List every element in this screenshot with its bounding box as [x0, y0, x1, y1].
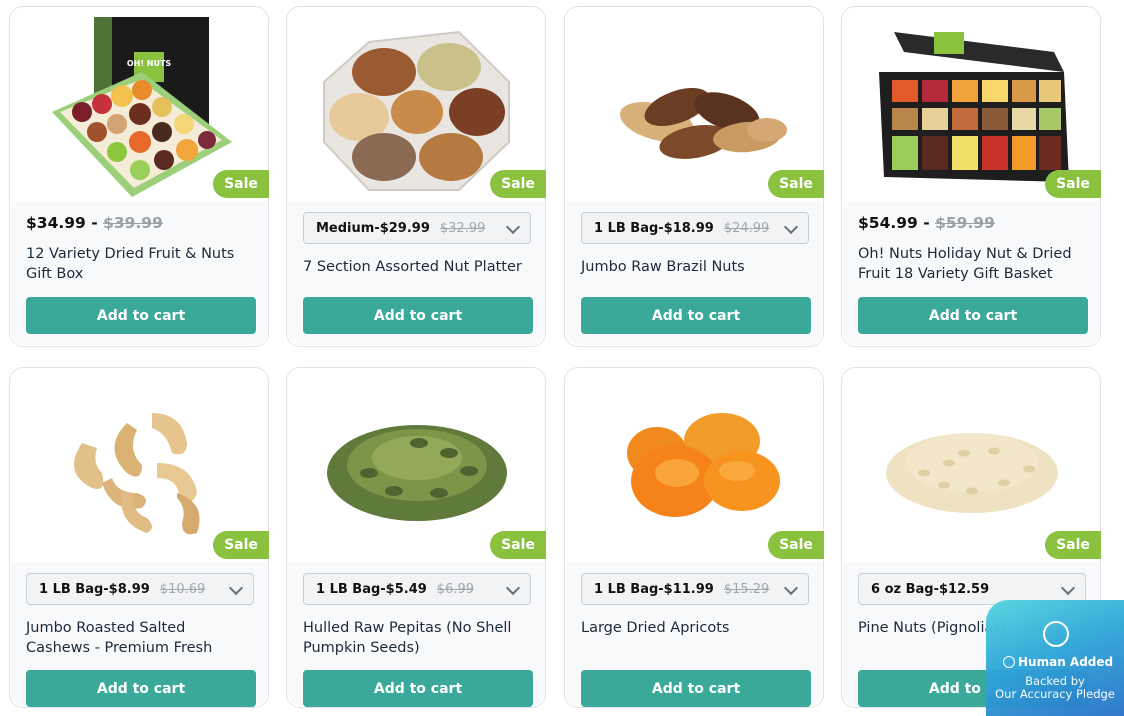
title-line: Cashews - Premium Fresh — [26, 640, 213, 656]
product-title[interactable]: Oh! Nuts Holiday Nut & Dried Fruit 18 Va… — [858, 244, 1090, 284]
chevron-down-icon — [1060, 580, 1076, 596]
selected-option: 1 LB Bag-$11.99 — [594, 581, 714, 597]
check-circle-icon — [1003, 656, 1015, 668]
selected-option: 6 oz Bag-$12.59 — [871, 581, 990, 597]
title-line: 7 Section Assorted Nut Platter — [303, 259, 522, 275]
product-title[interactable]: Jumbo Roasted Salted Cashews - Premium F… — [26, 618, 258, 658]
home-icon — [1043, 621, 1069, 647]
selected-option: 1 LB Bag-$18.99 — [594, 220, 714, 236]
sale-badge: Sale — [490, 170, 546, 198]
size-select[interactable]: 1 LB Bag-$11.99 $15.29 — [581, 573, 809, 605]
selected-option: 1 LB Bag-$8.99 — [39, 581, 150, 597]
product-card: Sale 1 LB Bag-$5.49 $6.99 Hulled Raw Pep… — [286, 367, 546, 708]
size-select[interactable]: Medium-$29.99 $32.99 — [303, 212, 531, 244]
badge-title: Human Added — [1018, 655, 1114, 669]
chevron-down-icon — [505, 580, 521, 596]
add-to-cart-button[interactable]: Add to cart — [26, 670, 256, 707]
add-to-cart-button[interactable]: Add to cart — [581, 670, 811, 707]
sale-badge: Sale — [768, 531, 824, 559]
sale-badge: Sale — [1045, 531, 1101, 559]
add-to-cart-button[interactable]: Add to cart — [303, 297, 533, 334]
sale-badge: Sale — [213, 170, 269, 198]
title-line: Jumbo Raw Brazil Nuts — [581, 259, 745, 275]
chevron-down-icon — [783, 580, 799, 596]
old-price: $15.29 — [723, 581, 770, 597]
add-to-cart-button[interactable]: Add to cart — [303, 670, 533, 707]
old-price: $24.99 — [723, 220, 770, 236]
product-title[interactable]: Hulled Raw Pepitas (No Shell Pumpkin See… — [303, 618, 535, 658]
product-card: Sale 1 LB Bag-$18.99 $24.99 Jumbo Raw Br… — [564, 6, 824, 347]
selected-option: Medium-$29.99 — [316, 220, 430, 236]
badge-line: Backed by — [1025, 674, 1085, 688]
title-line: Fruit 18 Variety Gift Basket — [858, 266, 1053, 282]
product-card: OH! NUTS Sale $34.99 - $39.99 12 Variety… — [9, 6, 269, 347]
price-separator: - — [917, 214, 936, 232]
size-select[interactable]: 1 LB Bag-$8.99 $10.69 — [26, 573, 254, 605]
add-to-cart-button[interactable]: Add to cart — [858, 297, 1088, 334]
title-line: Large Dried Apricots — [581, 620, 730, 636]
old-price: $39.99 — [103, 214, 163, 232]
chevron-down-icon — [228, 580, 244, 596]
product-card: Sale Medium-$29.99 $32.99 7 Section Asso… — [286, 6, 546, 347]
current-price: $54.99 — [858, 214, 918, 232]
current-price: $34.99 — [26, 214, 86, 232]
old-price: $32.99 — [439, 220, 486, 236]
sale-badge: Sale — [1045, 170, 1101, 198]
price: $54.99 - $59.99 — [858, 214, 995, 232]
box-logo-text: OH! NUTS — [127, 59, 172, 68]
size-select[interactable]: 1 LB Bag-$5.49 $6.99 — [303, 573, 531, 605]
product-card: Sale 1 LB Bag-$8.99 $10.69 Jumbo Roasted… — [9, 367, 269, 708]
product-grid: OH! NUTS Sale $34.99 - $39.99 12 Variety… — [0, 0, 1124, 716]
accuracy-pledge-badge[interactable]: Human Added Backed by Our Accuracy Pledg… — [986, 600, 1124, 716]
price: $34.99 - $39.99 — [26, 214, 163, 232]
sale-badge: Sale — [213, 531, 269, 559]
sale-badge: Sale — [768, 170, 824, 198]
title-line: Gift Box — [26, 266, 84, 282]
chevron-down-icon — [783, 219, 799, 235]
old-price: $59.99 — [935, 214, 995, 232]
product-card: Sale $54.99 - $59.99 Oh! Nuts Holiday Nu… — [841, 6, 1101, 347]
title-line: Hulled Raw Pepitas (No Shell — [303, 620, 512, 636]
product-title[interactable]: Large Dried Apricots — [581, 618, 813, 638]
product-title[interactable]: 7 Section Assorted Nut Platter — [303, 257, 535, 277]
title-line: Oh! Nuts Holiday Nut & Dried — [858, 246, 1072, 262]
product-card: Sale 1 LB Bag-$11.99 $15.29 Large Dried … — [564, 367, 824, 708]
title-line: Jumbo Roasted Salted — [26, 620, 186, 636]
badge-line: Our Accuracy Pledge — [995, 687, 1115, 701]
price-separator: - — [85, 214, 104, 232]
old-price: $10.69 — [159, 581, 206, 597]
selected-option: 1 LB Bag-$5.49 — [316, 581, 427, 597]
size-select[interactable]: 1 LB Bag-$18.99 $24.99 — [581, 212, 809, 244]
product-title[interactable]: Jumbo Raw Brazil Nuts — [581, 257, 813, 277]
add-to-cart-button[interactable]: Add to cart — [581, 297, 811, 334]
sale-badge: Sale — [490, 531, 546, 559]
title-line: Pumpkin Seeds) — [303, 640, 420, 656]
chevron-down-icon — [505, 219, 521, 235]
title-line: 12 Variety Dried Fruit & Nuts — [26, 246, 235, 262]
old-price: $6.99 — [436, 581, 475, 597]
add-to-cart-button[interactable]: Add to cart — [26, 297, 256, 334]
product-title[interactable]: 12 Variety Dried Fruit & Nuts Gift Box — [26, 244, 258, 284]
